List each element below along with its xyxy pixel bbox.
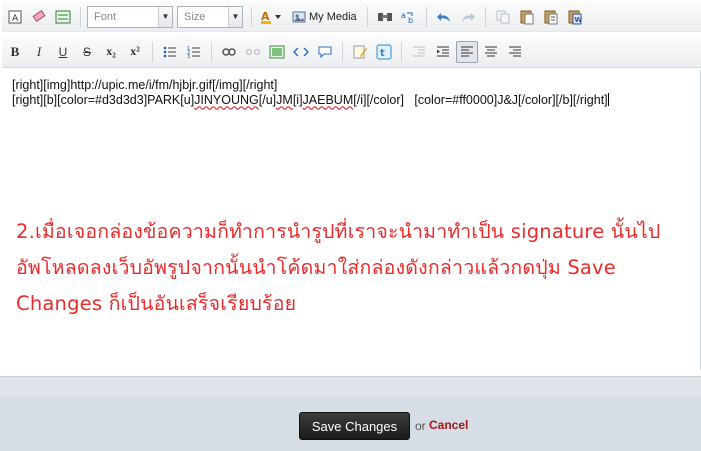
numbered-list-icon[interactable]: 123 — [183, 41, 205, 63]
paste-text-icon[interactable] — [540, 6, 562, 28]
editor-line-1: [right][img]http://upic.me/i/fm/hjbjr.gi… — [12, 78, 278, 92]
bold-button[interactable]: B — [4, 41, 26, 63]
toolbar-row-2: B I U S x₂ x² 123 t — [2, 36, 701, 68]
editor-line-2: [right][b][color=#d3d3d3]PARK[u]JINYOUNG… — [12, 93, 690, 108]
wysiwyg-toggle-icon[interactable] — [52, 6, 74, 28]
toolbar-separator — [425, 6, 427, 27]
quote-icon[interactable] — [314, 41, 336, 63]
rich-text-editor: A Font ▼ Size ▼ A My Media ab W B I U S … — [0, 0, 701, 377]
svg-text:a: a — [401, 11, 406, 20]
redo-icon[interactable] — [457, 6, 479, 28]
svg-text:b: b — [408, 16, 413, 24]
toolbar-separator — [211, 41, 212, 62]
chevron-down-icon[interactable]: ▼ — [158, 6, 172, 27]
subscript-button[interactable]: x₂ — [100, 41, 122, 63]
outdent-icon[interactable] — [408, 41, 430, 63]
font-select[interactable]: Font ▼ — [87, 5, 173, 28]
align-center-icon[interactable] — [480, 41, 502, 63]
svg-text:3: 3 — [187, 54, 190, 59]
toolbar-separator — [251, 6, 252, 27]
toolbar-separator — [366, 6, 368, 27]
toolbar-separator — [342, 41, 343, 62]
toolbar-row-1: A Font ▼ Size ▼ A My Media ab W — [2, 2, 701, 32]
toolbar-separator — [484, 6, 486, 27]
find-icon[interactable] — [374, 6, 396, 28]
toolbar-separator — [80, 6, 81, 27]
paste-icon[interactable] — [516, 6, 538, 28]
line2-part: [/i][/color] [color=#ff0000]J&J[/color][… — [353, 93, 608, 107]
cancel-link[interactable]: Cancel — [429, 418, 468, 432]
paste-word-icon[interactable]: W — [564, 6, 586, 28]
twitter-icon[interactable]: t — [373, 41, 395, 63]
editor-resize-band — [0, 377, 701, 396]
copy-icon[interactable] — [492, 6, 514, 28]
svg-text:t: t — [380, 48, 385, 59]
line2-part: [i] — [292, 93, 303, 107]
undo-icon[interactable] — [433, 6, 455, 28]
text-color-icon[interactable]: A — [258, 6, 286, 28]
spellcheck-word: JAEBUM — [302, 93, 354, 107]
svg-text:A: A — [12, 14, 19, 24]
toolbar-separator — [152, 41, 153, 62]
font-select-value: Font — [94, 10, 117, 23]
spellcheck-word: JINYOUNG — [194, 93, 259, 107]
italic-button[interactable]: I — [28, 41, 50, 63]
my-media-button[interactable]: My Media — [288, 6, 361, 28]
spellcheck-word: JM — [276, 93, 293, 107]
edit-note-icon[interactable] — [349, 41, 371, 63]
form-footer: Save Changes or Cancel — [0, 396, 701, 451]
replace-icon[interactable]: ab — [398, 6, 420, 28]
code-icon[interactable] — [290, 41, 312, 63]
insert-image-icon[interactable] — [266, 41, 288, 63]
save-changes-button[interactable]: Save Changes — [299, 412, 410, 440]
remove-formatting-icon[interactable]: A — [4, 6, 26, 28]
align-left-icon[interactable] — [456, 40, 478, 63]
line2-part: [/u] — [258, 93, 277, 107]
media-icon — [292, 11, 306, 22]
align-right-icon[interactable] — [504, 41, 526, 63]
my-media-label: My Media — [309, 10, 357, 23]
link-icon[interactable] — [218, 41, 240, 63]
size-select[interactable]: Size ▼ — [177, 5, 243, 28]
chevron-down-icon[interactable]: ▼ — [228, 6, 242, 27]
svg-text:W: W — [574, 16, 582, 24]
superscript-button[interactable]: x² — [124, 41, 146, 63]
or-label: or — [415, 419, 426, 433]
strikethrough-button[interactable]: S — [76, 41, 98, 63]
instruction-note: 2.เมื่อเจอกล่องข้อความก็ทำการนำรูปที่เรา… — [16, 220, 661, 315]
unlink-icon[interactable] — [242, 41, 264, 63]
line2-part: [right][b][color=#d3d3d3]PARK[u] — [12, 93, 195, 107]
indent-icon[interactable] — [432, 41, 454, 63]
text-cursor — [607, 93, 609, 106]
bulleted-list-icon[interactable] — [159, 41, 181, 63]
underline-button[interactable]: U — [52, 41, 74, 63]
size-select-value: Size — [184, 10, 206, 23]
toolbar-separator — [401, 41, 402, 62]
eraser-icon[interactable] — [28, 6, 50, 28]
